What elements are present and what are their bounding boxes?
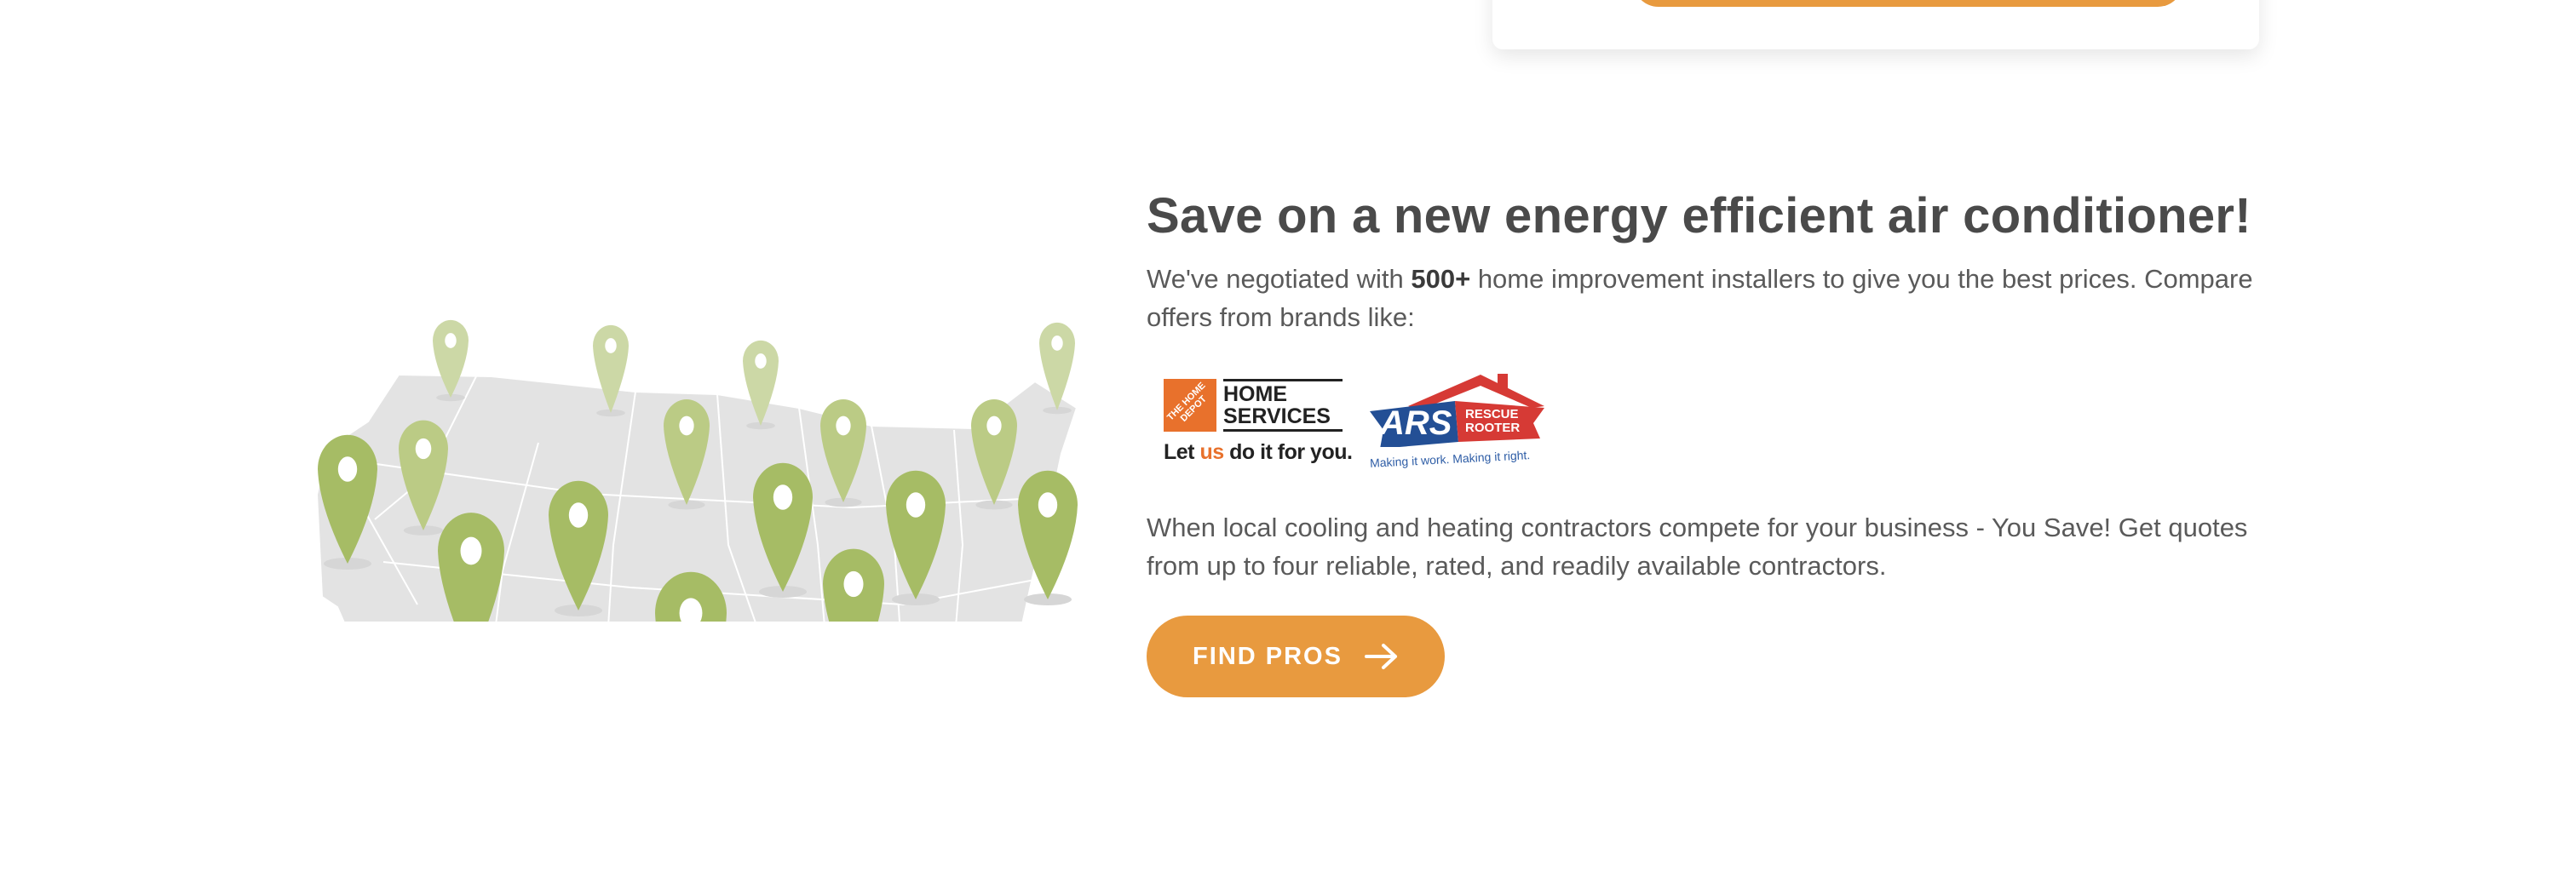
intro-text-start: We've negotiated with: [1147, 264, 1412, 294]
top-card: [1492, 0, 2259, 49]
tagline-end: do it for you.: [1223, 440, 1353, 464]
ars-wordmark: ARS: [1380, 404, 1452, 442]
find-pros-button[interactable]: FIND PROS: [1147, 616, 1445, 697]
pin-hole: [605, 338, 617, 353]
ars-tagline: Making it work. Making it right.: [1369, 448, 1531, 470]
home-depot-badge-text: THE HOME DEPOT: [1164, 380, 1209, 424]
intro-text: We've negotiated with 500+ home improvem…: [1147, 260, 2280, 336]
home-depot-tagline: Let us do it for you.: [1164, 440, 1353, 465]
us-map-illustration: [315, 319, 1078, 622]
rescue-rooter-wordmark: RESCUE ROOTER: [1465, 408, 1520, 435]
pin-hole: [460, 536, 482, 565]
section-heading: Save on a new energy efficient air condi…: [1147, 188, 2251, 244]
home-services-wordmark: HOME SERVICES: [1223, 379, 1343, 432]
pin-hole: [843, 570, 864, 598]
pin-hole: [445, 333, 457, 348]
energy-savings-section: Save on a new energy efficient air condi…: [1147, 183, 2280, 697]
compete-text: When local cooling and heating contracto…: [1147, 513, 2248, 581]
pin-hole: [1051, 335, 1063, 351]
installer-count: 500+: [1411, 264, 1471, 294]
pin-hole: [337, 456, 358, 482]
home-services-line1: HOME: [1223, 382, 1287, 406]
tagline-start: Let: [1164, 440, 1200, 464]
pin-hole: [1038, 492, 1058, 518]
pin-hole: [568, 502, 589, 528]
pin-hole: [906, 492, 926, 518]
rooter-text: ROOTER: [1465, 421, 1521, 435]
card-cta-button[interactable]: [1633, 0, 2183, 7]
pin-hole: [415, 438, 432, 460]
find-pros-label: FIND PROS: [1193, 642, 1343, 670]
home-depot-home-services-logo: THE HOME DEPOT HOME SERVICES Let us do i…: [1164, 379, 1353, 473]
rescue-text: RESCUE: [1465, 407, 1519, 421]
brand-logos: THE HOME DEPOT HOME SERVICES Let us do i…: [1147, 362, 2280, 490]
pin-hole: [836, 415, 851, 436]
tagline-us: us: [1199, 440, 1224, 464]
home-depot-badge: THE HOME DEPOT: [1164, 379, 1216, 432]
ars-rescue-rooter-logo: ARS RESCUE ROOTER Making it work. Making…: [1370, 370, 1549, 481]
pin-hole: [773, 484, 793, 510]
pin-hole: [755, 353, 767, 369]
pin-hole: [986, 415, 1002, 436]
home-services-line2: SERVICES: [1223, 404, 1331, 428]
arrow-right-icon: [1364, 644, 1397, 669]
pin-hole: [679, 415, 694, 436]
